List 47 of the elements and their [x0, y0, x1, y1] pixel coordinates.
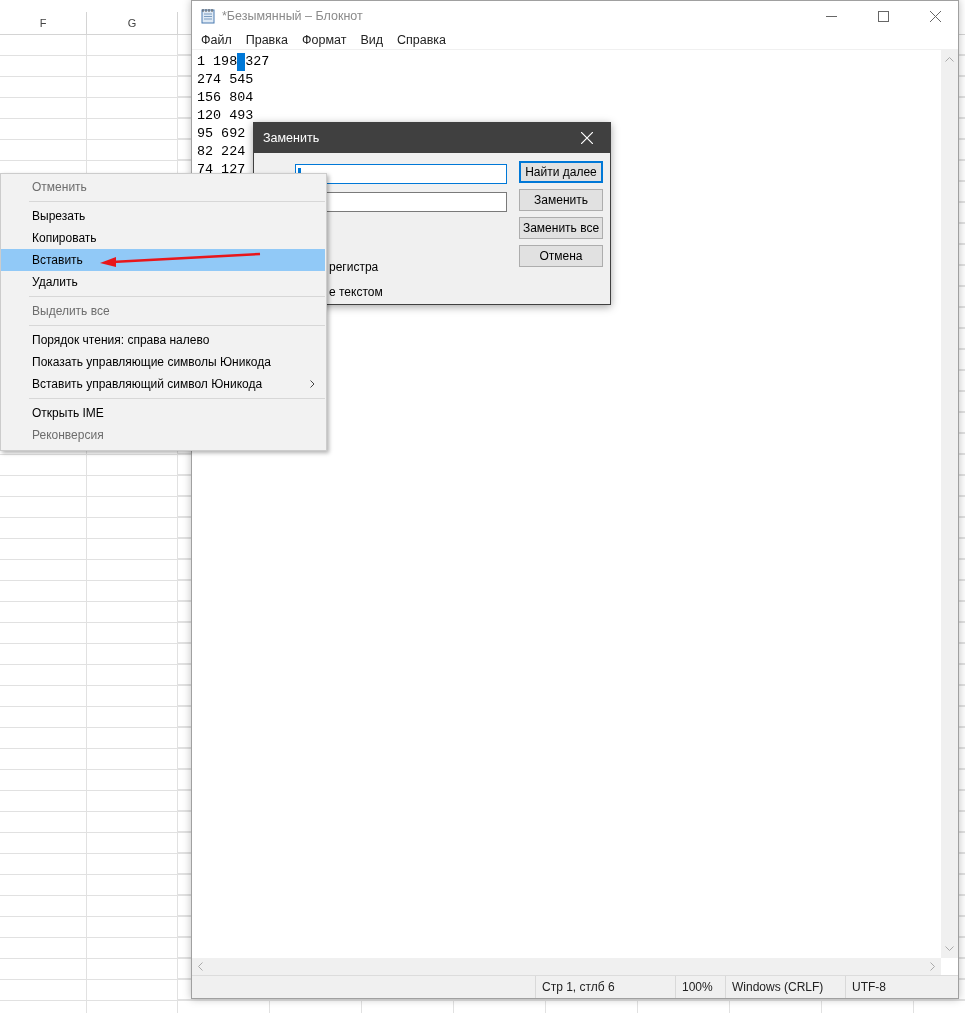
status-text: Windows (CRLF): [725, 976, 845, 998]
maximize-icon: [877, 10, 889, 22]
text-line: 156 804: [197, 90, 254, 105]
column-header[interactable]: G: [87, 12, 178, 34]
menu-item[interactable]: Формат: [294, 31, 354, 49]
scroll-up-icon: [945, 56, 954, 62]
input-field[interactable]: [295, 164, 507, 184]
close-icon: [929, 10, 941, 22]
dialog-title: Заменить: [263, 131, 321, 145]
status-text: 100%: [675, 976, 725, 998]
notepad-icon: [201, 8, 216, 24]
status-text: Стр 1, стлб 6: [535, 976, 675, 998]
vertical-scrollbar[interactable]: [941, 50, 958, 958]
menu-item[interactable]: Вырезать: [1, 205, 325, 227]
menu-item[interactable]: Вид: [353, 31, 390, 49]
window-title: *Безымянный – Блокнот: [222, 9, 364, 23]
status-text: UTF-8: [845, 976, 955, 998]
menu-item[interactable]: Копировать: [1, 227, 325, 249]
menu-item[interactable]: Вставить: [1, 249, 325, 271]
scroll-down-icon: [945, 946, 954, 952]
text-line: 1 198: [197, 54, 238, 69]
dialog-button[interactable]: Заменить: [519, 189, 603, 211]
text-line: 274 545: [197, 72, 254, 87]
menu-item[interactable]: Справка: [390, 31, 454, 49]
menu-item[interactable]: Вставить управляющий символ Юникода: [1, 373, 325, 395]
dialog-button[interactable]: Отмена: [519, 245, 603, 267]
column-header[interactable]: F: [0, 12, 87, 34]
menu-item[interactable]: Порядок чтения: справа налево: [1, 329, 325, 351]
menu-item[interactable]: Правка: [238, 31, 295, 49]
close-icon: [581, 132, 593, 144]
text-line: 82 224: [197, 144, 246, 159]
text-line: 327: [245, 54, 270, 69]
menu-item[interactable]: Файл: [194, 31, 239, 49]
dialog-button[interactable]: Найти далее: [519, 161, 603, 183]
menu-item[interactable]: Удалить: [1, 271, 325, 293]
text-line: 74 127: [197, 162, 246, 177]
menu-item[interactable]: Открыть IME: [1, 402, 325, 424]
option-label: е текстом: [329, 285, 383, 299]
text-line: 95 692: [197, 126, 246, 141]
horizontal-scrollbar[interactable]: [192, 958, 941, 975]
menu-item[interactable]: Показать управляющие символы Юникода: [1, 351, 325, 373]
dialog-button[interactable]: Заменить все: [519, 217, 603, 239]
scroll-right-icon: [930, 962, 936, 971]
scroll-left-icon: [197, 962, 203, 971]
chevron-right-icon: [310, 380, 315, 388]
option-label: регистра: [329, 260, 379, 274]
text-line: 120 493: [197, 108, 254, 123]
